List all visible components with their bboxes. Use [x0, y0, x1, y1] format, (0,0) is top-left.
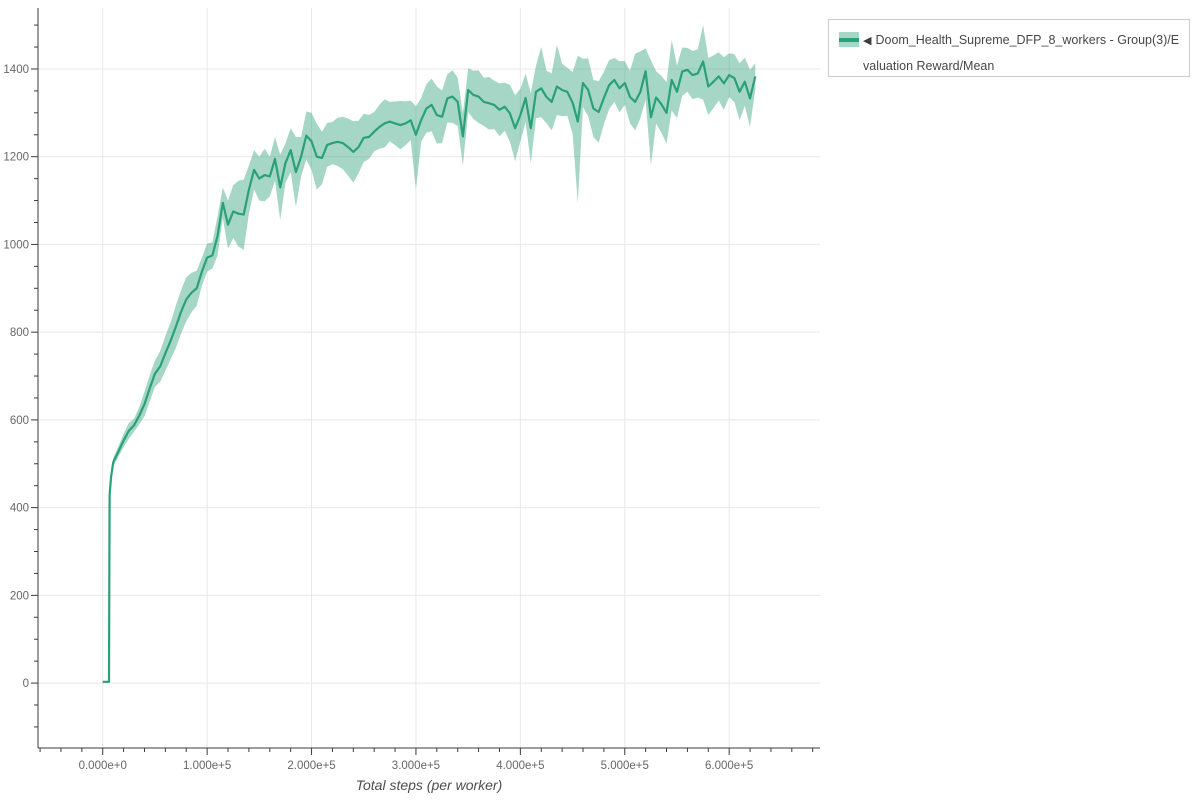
y-tick-label: 1400 — [3, 64, 29, 76]
y-tick-label: 1200 — [3, 152, 29, 164]
x-tick-label: 6.000e+5 — [705, 760, 753, 772]
y-tick-label: 1000 — [3, 239, 29, 251]
x-tick-label: 1.000e+5 — [183, 760, 231, 772]
chart-canvas: 0.000e+0 1.000e+5 2.000e+5 3.000e+5 4.000e+5… — [0, 0, 1200, 800]
x-axis-label: Total steps (per worker) — [38, 777, 820, 793]
x-tick-label: 2.000e+5 — [287, 760, 335, 772]
x-tick-label: 3.000e+5 — [392, 760, 440, 772]
y-tick-label: 0 — [23, 678, 29, 690]
series-swatch-icon — [839, 32, 859, 47]
y-tick-label: 800 — [10, 327, 29, 339]
series-line-icon — [839, 38, 859, 42]
x-tick-label: 4.000e+5 — [496, 760, 544, 772]
x-tick-label: 5.000e+5 — [601, 760, 649, 772]
legend: ◀Doom_Health_Supreme_DFP_8_workers - Gro… — [828, 19, 1190, 77]
series-name: Doom_Health_Supreme_DFP_8_workers - Grou… — [863, 33, 1179, 73]
mean-line — [103, 62, 756, 682]
std-band — [103, 25, 756, 682]
legend-label: ◀Doom_Health_Supreme_DFP_8_workers - Gro… — [863, 28, 1181, 79]
y-tick-label: 400 — [10, 503, 29, 515]
y-tick-label: 600 — [10, 415, 29, 427]
x-tick-label: 0.000e+0 — [79, 760, 127, 772]
series-marker-icon: ◀ — [863, 35, 871, 47]
legend-item[interactable]: ◀Doom_Health_Supreme_DFP_8_workers - Gro… — [839, 28, 1181, 79]
y-tick-label: 200 — [10, 590, 29, 602]
reward-chart-figure: 0.000e+0 1.000e+5 2.000e+5 3.000e+5 4.000e+5… — [0, 0, 1200, 800]
